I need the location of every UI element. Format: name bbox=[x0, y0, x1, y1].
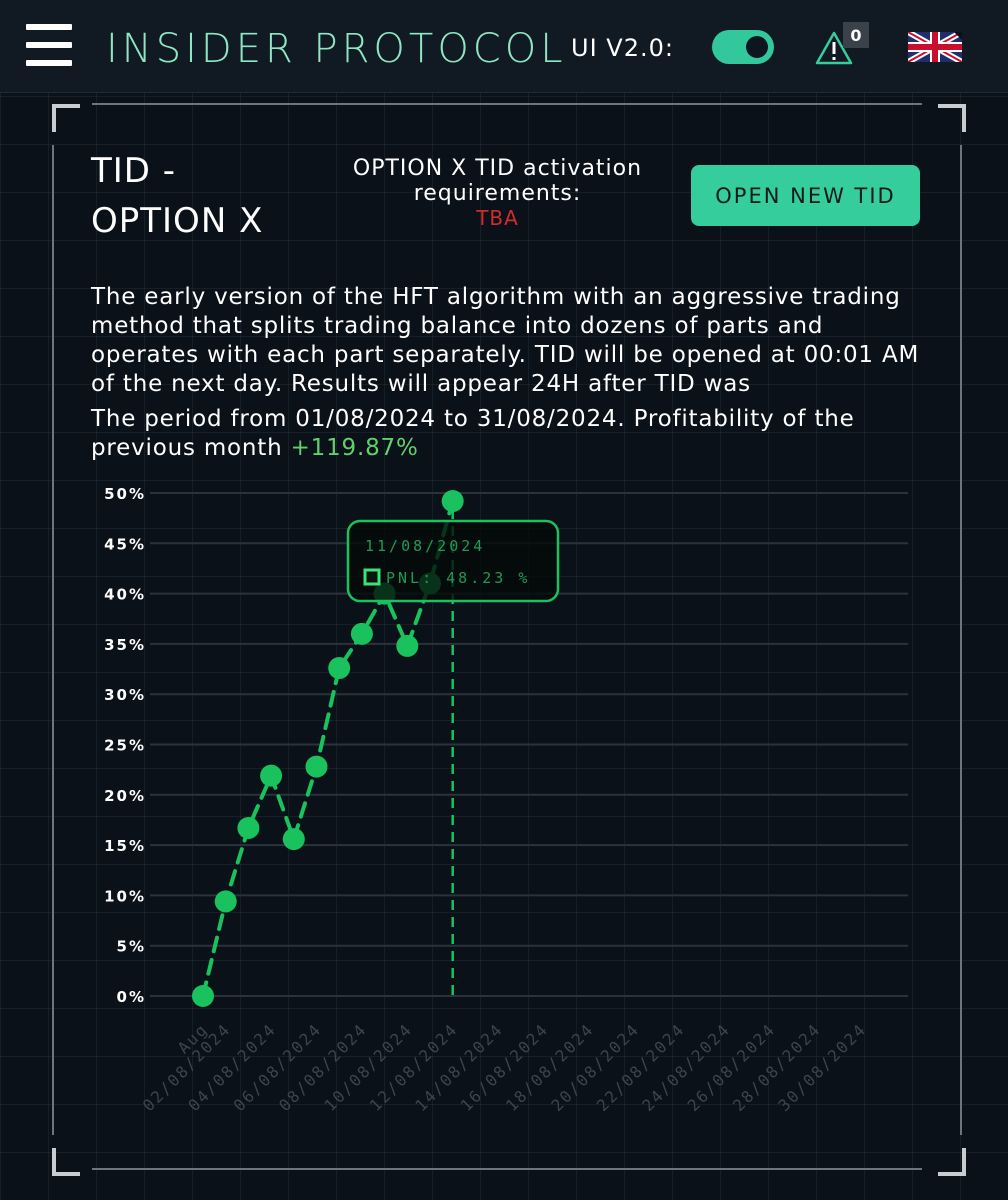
y-tick-label: 0% bbox=[117, 988, 146, 1006]
data-point bbox=[214, 890, 237, 913]
data-point bbox=[350, 622, 373, 645]
ui-version-label: UI V2.0: bbox=[571, 34, 674, 62]
y-tick-label: 25% bbox=[104, 737, 146, 755]
data-point bbox=[328, 657, 351, 680]
corner-bracket bbox=[52, 1148, 80, 1176]
tooltip-swatch bbox=[363, 568, 381, 586]
requirements-value: TBA bbox=[476, 206, 519, 230]
y-tick-label: 10% bbox=[104, 887, 146, 905]
y-tick-label: 40% bbox=[104, 586, 146, 604]
brand-logo-text: INSIDER PROTOCOL bbox=[106, 26, 567, 72]
open-new-tid-button[interactable]: OPEN NEW TID bbox=[691, 165, 920, 226]
corner-bracket bbox=[52, 104, 80, 132]
activation-requirements: OPTION X TID activation requirements: TB… bbox=[330, 156, 665, 231]
y-tick-label: 20% bbox=[104, 787, 146, 805]
card-title: TID - OPTION X bbox=[91, 146, 263, 246]
card-frame-bottom bbox=[92, 1168, 922, 1170]
period-label: The period from 01/08/2024 to 31/08/2024… bbox=[91, 406, 855, 461]
tooltip-date: 11/08/2024 bbox=[365, 537, 485, 555]
toggle-knob bbox=[746, 36, 768, 58]
corner-bracket bbox=[938, 104, 966, 132]
y-axis: 50% 45% 40% 35% 30% 25% 20% 15% 10% 5% 0% bbox=[104, 485, 146, 1006]
ui-version-toggle[interactable] bbox=[712, 30, 774, 64]
top-bar: INSIDER PROTOCOL UI V2.0: 0 bbox=[0, 0, 1008, 93]
y-tick-label: 35% bbox=[104, 636, 146, 654]
tooltip-box bbox=[346, 519, 560, 603]
data-point bbox=[237, 816, 260, 839]
y-tick-label: 45% bbox=[104, 535, 146, 553]
y-tick-label: 15% bbox=[104, 837, 146, 855]
data-point bbox=[260, 764, 283, 787]
card-title-line1: TID - bbox=[91, 151, 177, 191]
requirements-line2: requirements: bbox=[413, 181, 582, 206]
profitability-value: +119.87% bbox=[290, 435, 419, 461]
alert-count-badge: 0 bbox=[843, 22, 869, 48]
uk-flag-icon[interactable] bbox=[908, 32, 962, 62]
period-text: The period from 01/08/2024 to 31/08/2024… bbox=[91, 405, 921, 463]
pnl-line-chart: 50% 45% 40% 35% 30% 25% 20% 15% 10% 5% 0% Aug02/08… bbox=[104, 485, 908, 1115]
data-point bbox=[282, 828, 305, 851]
requirements-line1: OPTION X TID activation bbox=[352, 156, 643, 181]
y-tick-label: 30% bbox=[104, 686, 146, 704]
data-point bbox=[305, 755, 328, 778]
hamburger-menu-icon[interactable] bbox=[26, 24, 74, 68]
card-title-line2: OPTION X bbox=[91, 201, 264, 241]
corner-bracket bbox=[938, 1148, 966, 1176]
chart-tooltip: 11/08/2024 PNL: 48.23 % bbox=[346, 509, 560, 996]
card-frame-top bbox=[92, 103, 922, 105]
data-point bbox=[441, 490, 464, 513]
data-point bbox=[192, 985, 214, 1007]
x-axis: Aug02/08/202404/08/202406/08/202408/08/2… bbox=[139, 1019, 870, 1115]
tooltip-pnl: PNL: 48.23 % bbox=[386, 569, 530, 587]
y-tick-label: 50% bbox=[104, 485, 146, 503]
y-tick-label: 5% bbox=[117, 938, 146, 956]
data-point bbox=[396, 634, 419, 657]
tid-description: The early version of the HFT algorithm w… bbox=[91, 284, 920, 397]
